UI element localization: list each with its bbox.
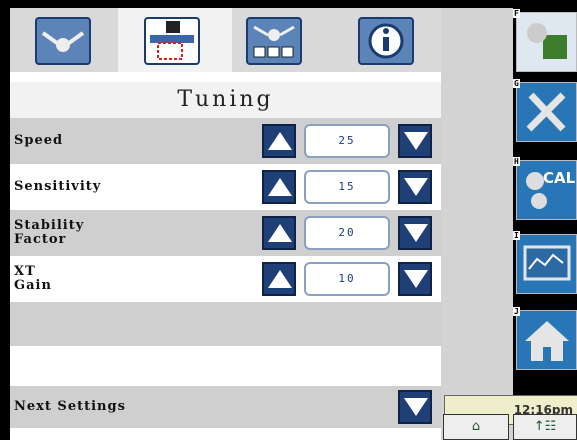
- setting-row-sensitivity: Sensitivity 15: [10, 164, 441, 210]
- side-strip: [441, 8, 513, 440]
- softkey-key-label: H: [513, 157, 520, 166]
- decrease-button[interactable]: [398, 124, 432, 158]
- implement-height-icon: [144, 17, 200, 65]
- setting-label: Stability Factor: [14, 218, 85, 247]
- softkey-h[interactable]: H CAL: [513, 157, 577, 220]
- decrease-button[interactable]: [398, 170, 432, 204]
- cal-text: CAL: [543, 169, 576, 187]
- setting-label: Speed: [14, 133, 64, 148]
- paint-bucket-icon: [527, 23, 567, 59]
- softkey-key-label: I: [513, 231, 520, 240]
- softkey-f[interactable]: F: [513, 9, 577, 72]
- home-icon: ⌂: [471, 419, 481, 434]
- setting-label: XT Gain: [14, 264, 52, 293]
- chart-monitor-icon: [523, 245, 571, 281]
- up-arrow-grid-button[interactable]: ↑☷: [513, 414, 577, 440]
- softkey-column: F G H CAL I J: [513, 8, 577, 440]
- empty-row: [10, 302, 441, 348]
- main-panel: Tuning Speed 25 Sensitivity 15 Stability…: [10, 8, 441, 440]
- softkey-key-label: F: [513, 9, 520, 18]
- value-field[interactable]: 25: [304, 124, 390, 158]
- next-settings-row: Next Settings: [10, 386, 441, 428]
- decrease-button[interactable]: [398, 262, 432, 296]
- seed-spray-icon: [35, 17, 91, 65]
- value-field[interactable]: 15: [304, 170, 390, 204]
- tab-info[interactable]: [332, 8, 441, 72]
- setting-row-stability-factor: Stability Factor 20: [10, 210, 441, 256]
- display-frame: Tuning Speed 25 Sensitivity 15 Stability…: [0, 0, 577, 440]
- softkey-j[interactable]: J: [513, 307, 577, 370]
- up-arrow-grid-icon: ↑☷: [533, 419, 557, 434]
- tab-bar: [10, 8, 441, 72]
- setting-row-xt-gain: XT Gain 10: [10, 256, 441, 302]
- setting-label: Sensitivity: [14, 179, 102, 194]
- setting-row-speed: Speed 25: [10, 118, 441, 164]
- increase-button[interactable]: [262, 216, 296, 250]
- softkey-i[interactable]: I: [513, 231, 577, 294]
- softkey-g[interactable]: G: [513, 79, 577, 142]
- tab-checklist[interactable]: [232, 8, 332, 72]
- checkbox-list-icon: [246, 17, 302, 65]
- value-field[interactable]: 10: [304, 262, 390, 296]
- next-settings-label: Next Settings: [14, 399, 126, 414]
- value-field[interactable]: 20: [304, 216, 390, 250]
- home-icon: [525, 321, 569, 361]
- increase-button[interactable]: [262, 170, 296, 204]
- info-icon: [358, 17, 414, 65]
- tab-seed-spray[interactable]: [10, 8, 118, 72]
- increase-button[interactable]: [262, 262, 296, 296]
- page-title: Tuning: [10, 82, 441, 118]
- tools-icon: [526, 92, 566, 132]
- increase-button[interactable]: [262, 124, 296, 158]
- tab-implement-height[interactable]: [118, 8, 233, 72]
- softkey-key-label: J: [513, 307, 520, 316]
- home-button[interactable]: ⌂: [443, 414, 509, 440]
- decrease-button[interactable]: [398, 216, 432, 250]
- softkey-key-label: G: [513, 79, 520, 88]
- next-settings-button[interactable]: [398, 390, 432, 424]
- empty-row: [10, 346, 441, 386]
